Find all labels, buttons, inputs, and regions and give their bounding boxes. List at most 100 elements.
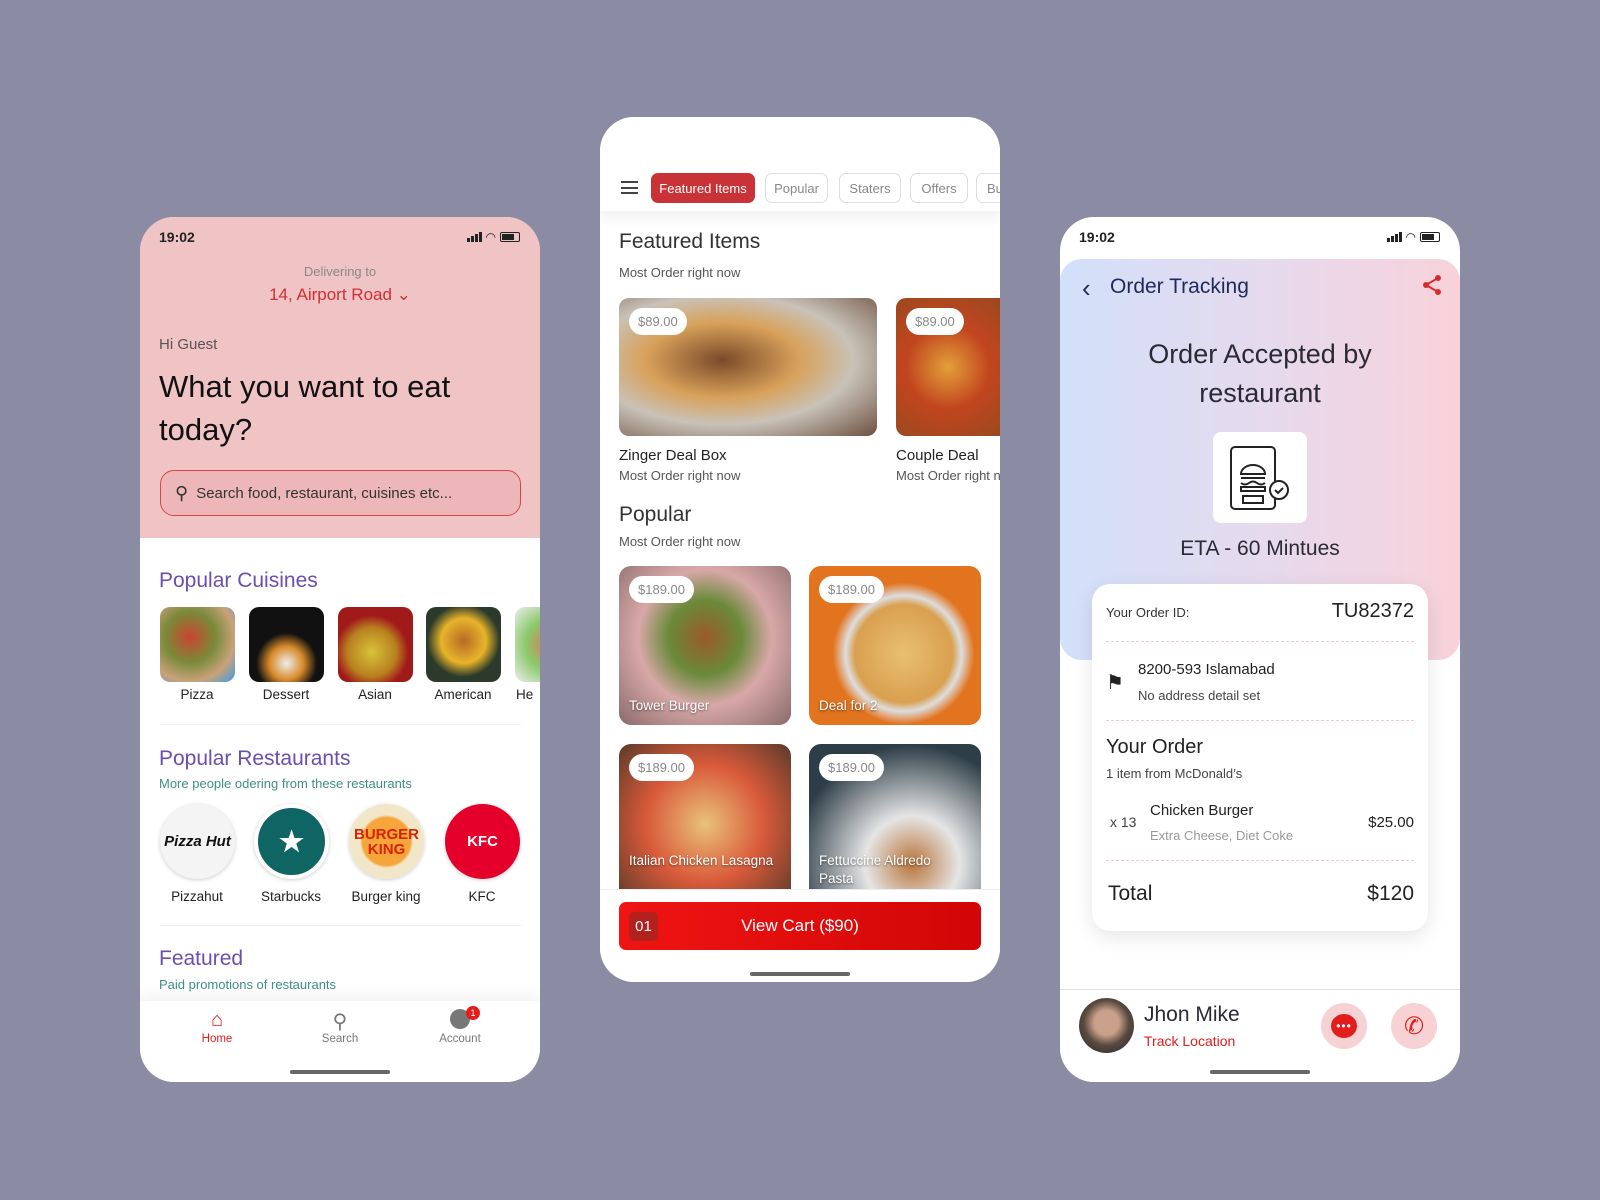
logo-text: BURGER KING — [353, 825, 419, 858]
menu-icon[interactable] — [621, 181, 638, 194]
nav-label: Account — [439, 1033, 481, 1045]
price-badge: $89.00 — [906, 308, 964, 335]
order-id: TU82372 — [1331, 600, 1414, 622]
popular-name: Fettuccine Aldredo Pasta — [819, 853, 931, 886]
back-icon[interactable]: ‹ — [1082, 273, 1091, 304]
popular-card[interactable]: $189.00 Italian Chicken Lasagna — [619, 744, 791, 903]
wifi-icon: ◠ — [1405, 230, 1416, 244]
item-name: Chicken Burger — [1150, 802, 1254, 819]
delivering-label: Delivering to — [303, 264, 377, 279]
divider — [160, 724, 521, 725]
track-location-link[interactable]: Track Location — [1144, 1033, 1235, 1049]
nav-label: Search — [321, 1033, 359, 1045]
item-price: $25.00 — [1368, 814, 1414, 831]
pizzahut-logo[interactable]: Pizza Hut — [160, 804, 235, 879]
phone-icon: ✆ — [1403, 1012, 1425, 1040]
cuisine-label: Asian — [358, 687, 392, 702]
price-badge: $89.00 — [629, 308, 687, 335]
address-text: 14, Airport Road — [269, 285, 392, 304]
logo-text: ★ — [278, 825, 305, 857]
order-id-label: Your Order ID: — [1106, 605, 1190, 620]
cuisine-label: Dessert — [262, 687, 310, 702]
wifi-icon: ◠ — [485, 230, 496, 244]
home-indicator — [290, 1070, 390, 1074]
chat-button[interactable]: ••• — [1321, 1003, 1367, 1049]
status-time: 19:02 — [1079, 229, 1115, 245]
nav-home[interactable]: ⌂ Home — [177, 1009, 257, 1045]
cuisine-healthy[interactable] — [515, 607, 540, 682]
featured-card-couple[interactable]: $89.00 — [896, 298, 1000, 436]
burgerking-logo[interactable]: BURGER KING — [349, 804, 424, 879]
cuisine-pizza[interactable] — [160, 607, 235, 682]
tab-featured-items[interactable]: Featured Items — [651, 173, 755, 203]
price-badge: $189.00 — [819, 576, 884, 603]
home-icon: ⌂ — [210, 1009, 224, 1031]
home-indicator — [750, 972, 850, 976]
cuisine-dessert[interactable] — [249, 607, 324, 682]
cuisine-asian[interactable] — [338, 607, 413, 682]
greeting: Hi Guest — [159, 336, 218, 353]
price-badge: $189.00 — [819, 754, 884, 781]
battery-icon — [1420, 232, 1440, 242]
view-cart-button[interactable]: 01 View Cart ($90) — [619, 902, 981, 950]
popular-card[interactable]: $189.00 Fettuccine Aldredo Pasta — [809, 744, 981, 903]
driver-avatar — [1079, 998, 1134, 1053]
cart-label: View Cart ($90) — [741, 916, 859, 935]
home-indicator — [1210, 1070, 1310, 1074]
item-count: 1 item from McDonald’s — [1106, 766, 1243, 781]
featured-card-zinger[interactable]: $89.00 — [619, 298, 877, 436]
starbucks-logo[interactable]: ★ — [254, 804, 329, 879]
cuisine-label: Pizza — [180, 687, 214, 702]
featured-title: Featured Items — [619, 230, 761, 253]
item-qty: x 13 — [1110, 814, 1137, 830]
order-status: Order Accepted by restaurant — [1060, 335, 1460, 413]
popular-name: Italian Chicken Lasagna — [629, 853, 774, 868]
menu-screen: 19:02 ◠ Featured Items Popular Staters O… — [600, 117, 1000, 982]
search-icon: ⚲ — [175, 482, 189, 503]
screen-title: Order Tracking — [1110, 275, 1249, 298]
order-card: Your Order ID: TU82372 ⚑ 8200-593 Islama… — [1092, 584, 1428, 931]
kfc-logo[interactable]: KFC — [445, 804, 520, 879]
address-selector[interactable]: 14, Airport Road ⌄ — [140, 285, 540, 305]
signal-icon — [466, 232, 482, 242]
order-accepted-icon — [1213, 432, 1307, 523]
nav-search[interactable]: ⚲ Search — [300, 1009, 380, 1045]
popular-subtitle: Most Order right now — [619, 534, 741, 549]
restaurant-label: Starbucks — [260, 889, 322, 904]
tab-popular[interactable]: Popular — [765, 173, 828, 203]
your-order-title: Your Order — [1106, 736, 1204, 758]
restaurants-subtitle: More people odering from these restauran… — [159, 776, 412, 791]
divider — [160, 925, 521, 926]
call-button[interactable]: ✆ — [1391, 1003, 1437, 1049]
status-icons: ◠ — [466, 230, 520, 244]
search-placeholder: Search food, restaurant, cuisines etc... — [196, 484, 453, 502]
chevron-down-icon: ⌄ — [396, 285, 411, 304]
eta-text: ETA - 60 Mintues — [1180, 537, 1340, 560]
headline: What you want to eat today? — [159, 365, 450, 451]
headline-line-2: today? — [159, 412, 253, 447]
total-label: Total — [1108, 882, 1153, 905]
popular-card[interactable]: $189.00 Deal for 2 — [809, 566, 981, 725]
search-input[interactable]: ⚲ Search food, restaurant, cuisines etc.… — [160, 470, 521, 516]
status-line-2: restaurant — [1199, 378, 1321, 408]
home-screen: 19:02 ◠ Delivering to 14, Airport Road ⌄… — [140, 217, 540, 1082]
share-icon[interactable] — [1420, 273, 1444, 297]
total-value: $120 — [1367, 882, 1414, 905]
nav-account[interactable]: 1 Account — [420, 1006, 500, 1045]
popular-name: Deal for 2 — [819, 698, 878, 713]
featured-name: Couple Deal — [896, 447, 979, 464]
restaurant-label: Pizzahut — [171, 889, 223, 904]
tab-staters[interactable]: Staters — [839, 173, 901, 203]
address-detail: No address detail set — [1138, 688, 1261, 703]
cuisine-american[interactable] — [426, 607, 501, 682]
tab-offers[interactable]: Offers — [910, 173, 968, 203]
flag-icon: ⚑ — [1106, 672, 1124, 694]
chat-icon: ••• — [1331, 1014, 1357, 1038]
tracking-screen: 19:02 ◠ ‹ Order Tracking Order Accepted … — [1060, 217, 1460, 1082]
price-badge: $189.00 — [629, 576, 694, 603]
tab-more[interactable]: Bu — [976, 173, 1000, 203]
popular-card[interactable]: $189.00 Tower Burger — [619, 566, 791, 725]
divider — [1106, 860, 1414, 861]
battery-icon — [500, 232, 520, 242]
cuisines-title: Popular Cuisines — [159, 569, 318, 592]
